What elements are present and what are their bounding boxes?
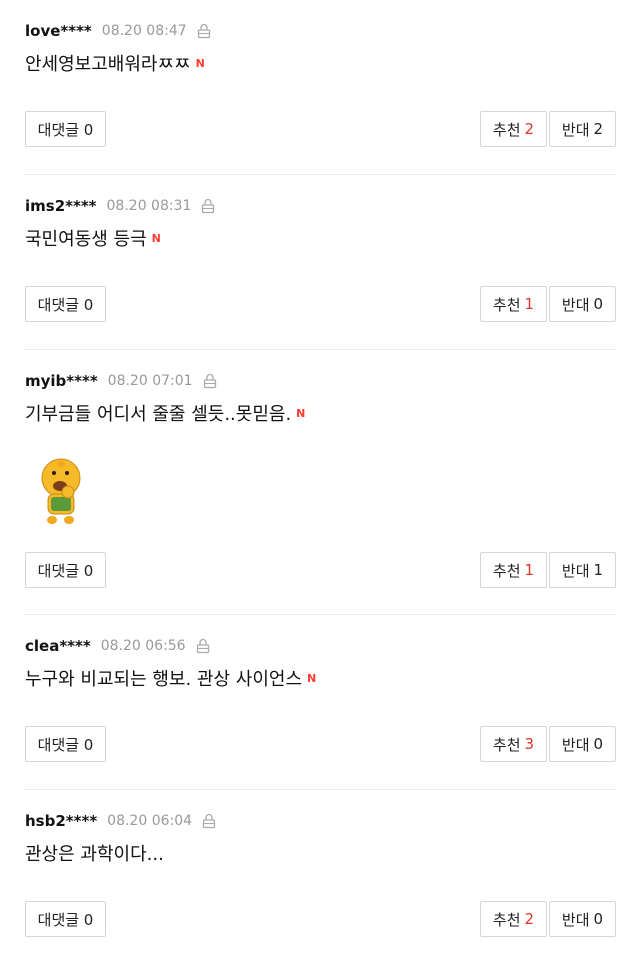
oppose-button[interactable]: 반대 1 (549, 552, 616, 588)
comment-item: myib**** 08.20 07:01 기부금들 어디서 줄줄 셀듯..못믿음… (0, 350, 640, 615)
comment-time: 08.20 06:04 (107, 813, 193, 829)
lock-icon (202, 813, 216, 829)
oppose-label: 반대 (561, 295, 590, 314)
comment-item: love**** 08.20 08:47 안세영보고배워라ㅉㅉ N 대댓글 0 … (0, 0, 640, 175)
reply-button[interactable]: 대댓글 0 (25, 286, 106, 322)
recommend-button[interactable]: 추천 2 (480, 111, 547, 147)
recommend-count: 3 (524, 735, 535, 753)
recommend-label: 추천 (492, 910, 521, 929)
comment-text: 누구와 비교되는 행보. 관상 사이언스 N (25, 665, 316, 691)
oppose-button[interactable]: 반대 0 (549, 726, 616, 762)
lock-icon (196, 638, 209, 654)
oppose-count: 0 (593, 295, 604, 313)
comment-text: 관상은 과학이다... (25, 840, 169, 866)
reply-button[interactable]: 대댓글 0 (25, 726, 106, 762)
recommend-label: 추천 (492, 295, 521, 314)
recommend-label: 추천 (492, 735, 521, 754)
oppose-label: 반대 (561, 735, 590, 754)
comment-text: 국민여동생 등극 N (25, 225, 161, 251)
lock-icon (203, 373, 216, 389)
comment-time: 08.20 06:56 (100, 638, 186, 654)
oppose-label: 반대 (561, 910, 590, 929)
comment-text-content: 안세영보고배워라ㅉㅉ (25, 54, 191, 75)
comment-author[interactable]: hsb2**** (25, 812, 97, 830)
recommend-label: 추천 (492, 120, 521, 139)
comment-author[interactable]: love**** (25, 22, 92, 40)
new-badge: N (195, 56, 205, 70)
recommend-count: 1 (524, 561, 535, 579)
new-badge: N (307, 671, 317, 685)
comment-text-content: 누구와 비교되는 행보. 관상 사이언스 (25, 669, 303, 690)
reply-button[interactable]: 대댓글 0 (25, 111, 106, 147)
comment-time: 08.20 08:31 (106, 198, 192, 214)
lock-icon (202, 198, 215, 214)
oppose-count: 2 (593, 120, 604, 138)
oppose-count: 1 (593, 561, 604, 579)
yellow-character-sticker-icon (41, 458, 81, 524)
comment-author[interactable]: clea**** (25, 637, 91, 655)
comment-text-content: 국민여동생 등극 (25, 229, 147, 250)
recommend-button[interactable]: 추천 2 (480, 901, 547, 937)
reply-button[interactable]: 대댓글 0 (25, 552, 106, 588)
comment-text: 안세영보고배워라ㅉㅉ N (25, 50, 205, 76)
comment-author[interactable]: ims2**** (25, 197, 97, 215)
new-badge: N (151, 231, 161, 245)
comment-meta: love**** 08.20 08:47 (25, 20, 211, 42)
oppose-label: 반대 (561, 561, 590, 580)
comment-author[interactable]: myib**** (25, 372, 98, 390)
recommend-count: 2 (524, 120, 535, 138)
comment-meta: myib**** 08.20 07:01 (25, 370, 217, 392)
oppose-count: 0 (593, 735, 604, 753)
comment-item: hsb2**** 08.20 06:04 관상은 과학이다... 대댓글 0 추… (0, 790, 640, 965)
comment-list: love**** 08.20 08:47 안세영보고배워라ㅉㅉ N 대댓글 0 … (0, 0, 640, 965)
comment-text: 기부금들 어디서 줄줄 셀듯..못믿음. N (25, 400, 305, 426)
comment-time: 08.20 08:47 (101, 23, 187, 39)
recommend-count: 1 (524, 295, 535, 313)
oppose-button[interactable]: 반대 0 (549, 286, 616, 322)
oppose-label: 반대 (561, 120, 590, 139)
reply-button[interactable]: 대댓글 0 (25, 901, 106, 937)
recommend-button[interactable]: 추천 3 (480, 726, 547, 762)
new-badge: N (296, 406, 306, 420)
comment-time: 08.20 07:01 (107, 373, 193, 389)
oppose-count: 0 (593, 910, 604, 928)
comment-meta: hsb2**** 08.20 06:04 (25, 810, 216, 832)
comment-text-content: 기부금들 어디서 줄줄 셀듯..못믿음. (25, 404, 292, 425)
recommend-button[interactable]: 추천 1 (480, 286, 547, 322)
oppose-button[interactable]: 반대 0 (549, 901, 616, 937)
lock-icon (197, 23, 210, 39)
comment-meta: ims2**** 08.20 08:31 (25, 195, 215, 217)
oppose-button[interactable]: 반대 2 (549, 111, 616, 147)
recommend-count: 2 (524, 910, 535, 928)
comment-meta: clea**** 08.20 06:56 (25, 635, 210, 657)
comment-text-content: 관상은 과학이다... (25, 844, 164, 865)
comment-item: clea**** 08.20 06:56 누구와 비교되는 행보. 관상 사이언… (0, 615, 640, 790)
recommend-label: 추천 (492, 561, 521, 580)
recommend-button[interactable]: 추천 1 (480, 552, 547, 588)
comment-item: ims2**** 08.20 08:31 국민여동생 등극 N 대댓글 0 추천… (0, 175, 640, 350)
